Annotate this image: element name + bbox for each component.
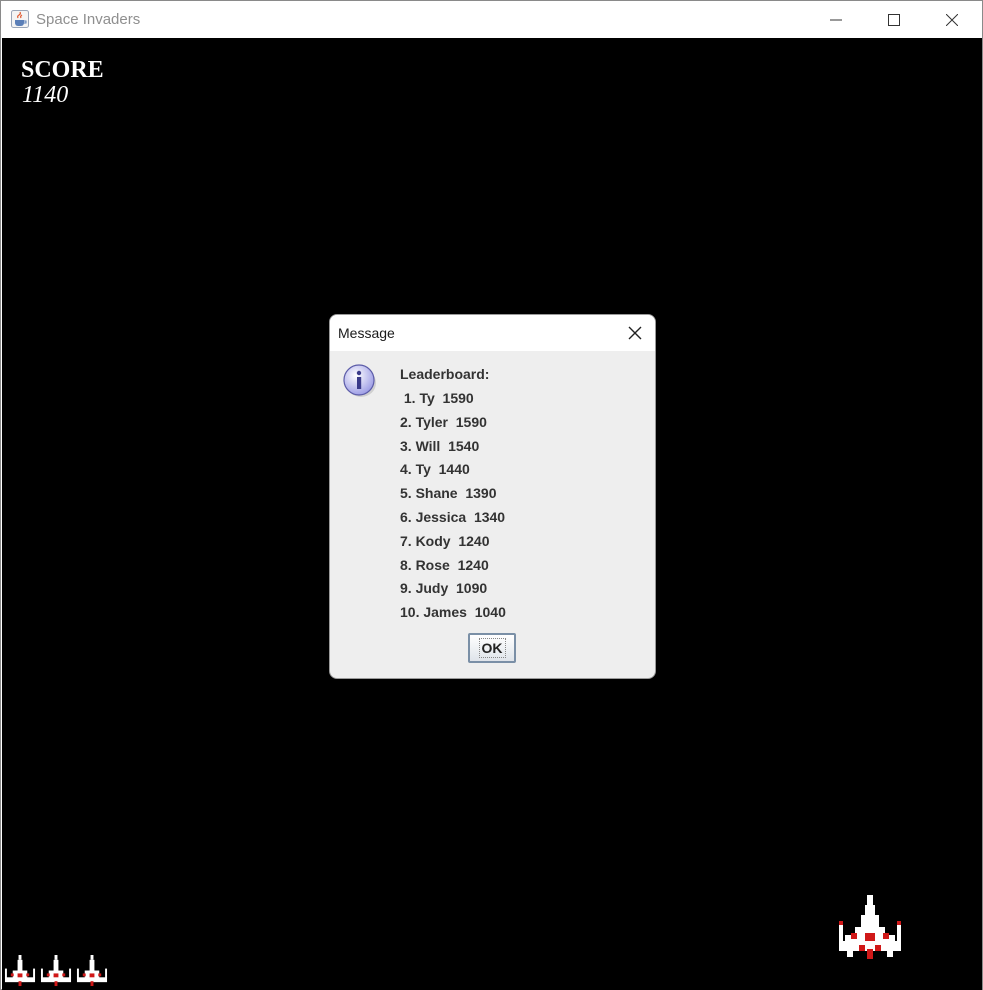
leaderboard-entry: 5. Shane 1390 bbox=[400, 485, 497, 502]
ok-button-label: OK bbox=[478, 638, 506, 658]
maximize-button[interactable] bbox=[865, 1, 923, 38]
information-icon bbox=[343, 364, 376, 397]
title-bar[interactable]: Space Invaders bbox=[1, 1, 982, 38]
leaderboard-heading: Leaderboard: bbox=[400, 366, 490, 382]
leaderboard-entry: 3. Will 1540 bbox=[400, 437, 480, 454]
ok-button[interactable]: OK bbox=[468, 633, 516, 663]
close-icon bbox=[946, 13, 958, 26]
leaderboard-entry: 10. James 1040 bbox=[400, 604, 506, 621]
score-value: 1140 bbox=[22, 82, 69, 108]
close-window-button[interactable] bbox=[923, 1, 981, 38]
leaderboard-entry: 1. Ty 1590 bbox=[400, 390, 474, 406]
window-title: Space Invaders bbox=[36, 11, 141, 28]
leaderboard-entry: 4. Ty 1440 bbox=[400, 461, 470, 478]
life-ship-icon bbox=[76, 955, 108, 987]
message-dialog: Message Leaderboard: 1. Ty 1590 2. Tyler… bbox=[329, 314, 656, 679]
minimize-button[interactable] bbox=[807, 1, 865, 38]
java-cup-icon bbox=[11, 10, 29, 28]
maximize-icon bbox=[888, 13, 900, 26]
leaderboard-entry: 9. Judy 1090 bbox=[400, 580, 488, 597]
leaderboard-list: 1. Ty 1590 2. Tyler 1590 3. Will 1540 4.… bbox=[400, 390, 506, 628]
life-ship-icon bbox=[4, 955, 36, 987]
leaderboard-entry: 6. Jessica 1340 bbox=[400, 508, 506, 525]
life-ship-icon bbox=[40, 955, 72, 987]
close-icon[interactable] bbox=[627, 325, 643, 341]
score-label: SCORE bbox=[21, 57, 104, 83]
app-window: Space Invaders SCORE 1140 Message Leader… bbox=[0, 0, 983, 990]
dialog-title: Message bbox=[338, 325, 395, 341]
dialog-title-bar[interactable]: Message bbox=[330, 315, 655, 351]
minimize-icon bbox=[830, 19, 842, 20]
leaderboard-entry: 8. Rose 1240 bbox=[400, 556, 489, 573]
leaderboard-entry: 7. Kody 1240 bbox=[400, 532, 490, 549]
leaderboard-entry: 2. Tyler 1590 bbox=[400, 413, 487, 430]
player-ship-icon bbox=[839, 895, 901, 959]
